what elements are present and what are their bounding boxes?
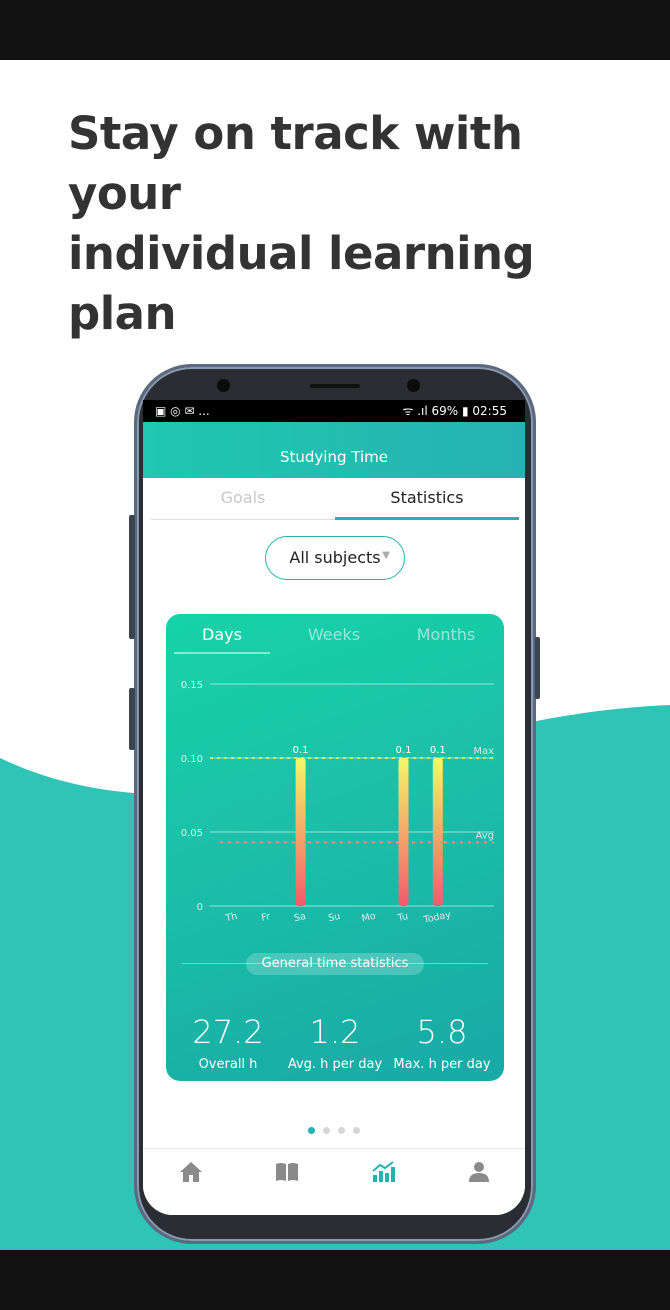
tab-goals[interactable]: Goals <box>151 478 335 520</box>
headline-line-2: individual learning plan <box>68 227 535 340</box>
stat-overall: 27.2 Overall h <box>172 1012 284 1074</box>
stat-avg: 1.2 Avg. h per day <box>279 1012 391 1074</box>
book-icon <box>276 1163 298 1181</box>
phone-screen: ▣ ◎ ✉ ... ᯤ .ıl 69% ▮ 02:55 Studying Tim… <box>143 400 525 1215</box>
stat-overall-label: Overall h <box>198 1057 258 1072</box>
period-tab-days[interactable]: Days <box>166 624 278 646</box>
y-tick-label: 0.10 <box>181 754 203 765</box>
subject-filter-value: All subjects <box>289 548 381 567</box>
nav-home[interactable] <box>171 1159 211 1189</box>
x-tick-label: Mo <box>361 911 377 925</box>
phone-speaker <box>310 384 360 388</box>
bar-today <box>432 758 443 906</box>
stat-avg-value: 1.2 <box>309 1013 361 1051</box>
period-tab-indicator <box>174 652 270 654</box>
headline: Stay on track with your individual learn… <box>68 104 648 344</box>
page-dot-2[interactable] <box>323 1127 330 1134</box>
profile-icon <box>469 1162 489 1182</box>
data-label: 0.1 <box>396 745 412 756</box>
data-label: 0.1 <box>293 745 309 756</box>
y-tick-label: 0.05 <box>181 828 203 839</box>
page-dot-4[interactable] <box>353 1127 360 1134</box>
tab-statistics[interactable]: Statistics <box>335 478 519 520</box>
x-tick-label: Fr <box>260 911 271 924</box>
general-stats-label: General time statistics <box>246 953 424 975</box>
page-dot-1[interactable] <box>308 1127 315 1134</box>
x-tick-label: Sa <box>293 911 307 924</box>
stat-max-label: Max. h per day <box>393 1057 491 1072</box>
y-tick-label: 0.15 <box>181 680 203 691</box>
phone-volume-button <box>129 515 135 639</box>
status-bar-notifications: ▣ ◎ ✉ ... <box>155 404 210 418</box>
statistics-card: Days Weeks Months 0 0.05 0.10 0.15 Max Avg Th F… <box>166 614 504 1081</box>
bottom-black-bar <box>0 1250 670 1310</box>
chart-icon <box>372 1161 395 1182</box>
stat-avg-label: Avg. h per day <box>287 1057 383 1072</box>
page-indicator <box>308 1127 364 1137</box>
nav-profile[interactable] <box>459 1159 499 1189</box>
bar-tu <box>398 758 409 906</box>
phone-camera-icon <box>217 379 230 392</box>
nav-statistics[interactable] <box>363 1159 403 1189</box>
x-tick-label: Su <box>327 911 341 924</box>
x-tick-label: Today <box>422 909 453 926</box>
home-icon <box>180 1162 202 1182</box>
phone-power-button <box>535 637 540 699</box>
nav-library[interactable] <box>267 1159 307 1189</box>
main-tabs: Goals Statistics <box>151 478 519 520</box>
x-tick-label: Tu <box>396 911 409 924</box>
stat-overall-value: 27.2 <box>192 1013 264 1051</box>
phone-sensor-icon <box>407 379 420 392</box>
avg-line-label: Avg <box>475 830 494 841</box>
study-time-bar-chart: 0 0.05 0.10 0.15 Max Avg Th Fr 0.1 Sa Su Mo 0.1 Tu 0.1… <box>181 680 494 926</box>
period-tab-weeks[interactable]: Weeks <box>278 624 390 646</box>
y-tick-label: 0 <box>197 902 203 913</box>
period-tab-months[interactable]: Months <box>390 624 502 646</box>
dropdown-caret-icon: ▼ <box>382 550 390 561</box>
page-dot-3[interactable] <box>338 1127 345 1134</box>
phone-bixby-button <box>129 688 135 750</box>
data-label: 0.1 <box>430 745 446 756</box>
bar-sa <box>295 758 306 906</box>
stat-max: 5.8 Max. h per day <box>386 1012 498 1074</box>
subject-filter-dropdown[interactable]: All subjects ▼ <box>265 536 405 580</box>
top-black-bar <box>0 0 670 60</box>
max-line-label: Max <box>473 746 494 757</box>
x-tick-label: Th <box>224 911 239 924</box>
app-bar: Studying Time <box>143 422 525 478</box>
stat-max-value: 5.8 <box>416 1013 468 1051</box>
bottom-navigation <box>143 1148 525 1215</box>
headline-line-1: Stay on track with your <box>68 107 523 220</box>
status-bar: ▣ ◎ ✉ ... ᯤ .ıl 69% ▮ 02:55 <box>143 400 525 422</box>
status-bar-system: ᯤ .ıl 69% ▮ 02:55 <box>402 404 507 418</box>
